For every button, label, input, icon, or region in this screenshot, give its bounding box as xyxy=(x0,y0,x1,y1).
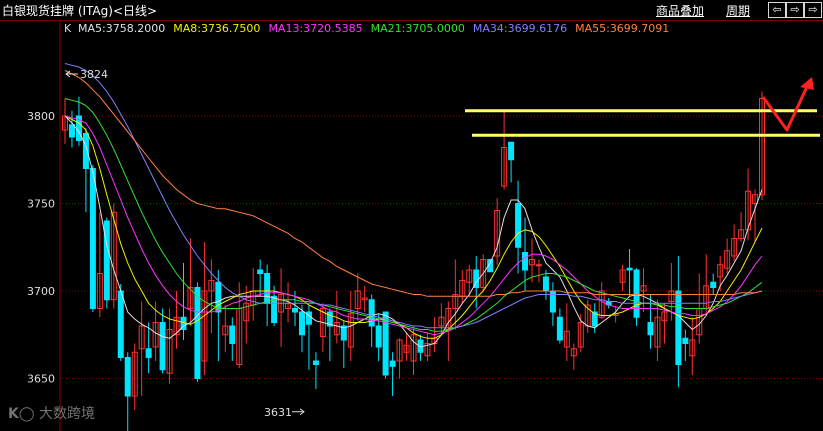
candle-body-45 xyxy=(375,325,382,348)
candle-body-19 xyxy=(194,287,201,379)
y-tick-label-3700: 3700 xyxy=(27,285,55,298)
y-tick-label-3650: 3650 xyxy=(27,373,55,386)
candle-body-6 xyxy=(103,220,110,301)
ma-line-ma34 xyxy=(64,63,763,329)
watermark-text: 大数跨境 xyxy=(38,406,95,422)
candle-body-44 xyxy=(368,299,375,327)
y-tick-label-3750: 3750 xyxy=(27,198,55,211)
candle-body-28 xyxy=(257,269,264,274)
candle-body-12 xyxy=(145,348,152,358)
watermark: K◯ 大数跨境 xyxy=(8,403,95,423)
candle-body-65 xyxy=(515,203,522,248)
ma-line-ma21 xyxy=(64,98,763,332)
annotation-arrow-head xyxy=(800,77,814,90)
candle-body-82 xyxy=(633,269,640,318)
candle-body-33 xyxy=(292,308,299,313)
candle-body-64 xyxy=(508,141,515,161)
low-label: 3631 xyxy=(264,406,292,419)
candle-body-84 xyxy=(647,322,654,336)
y-tick-label-3800: 3800 xyxy=(27,110,55,123)
candle-body-88 xyxy=(675,290,682,365)
candle-body-34 xyxy=(298,311,305,336)
candlestick-chart: 3650 3700 3750 3800 3824 3631 xyxy=(27,20,823,431)
candle-body-4 xyxy=(89,168,96,309)
candle-body-71 xyxy=(556,316,563,341)
candle-body-24 xyxy=(229,325,236,344)
candle-body-47 xyxy=(389,360,396,367)
candle-body-29 xyxy=(264,273,271,304)
candle-body-93 xyxy=(710,281,717,288)
candle-body-81 xyxy=(626,267,633,271)
candle-body-68 xyxy=(535,264,542,267)
candle-body-8 xyxy=(117,290,124,358)
candle-body-36 xyxy=(312,360,319,365)
high-label: 3824 xyxy=(80,68,108,81)
watermark-logo: K◯ xyxy=(8,406,35,422)
candle-body-14 xyxy=(159,322,166,371)
candle-body-69 xyxy=(542,276,549,292)
candle-body-66 xyxy=(522,252,529,271)
candle-body-1 xyxy=(68,124,75,138)
candle-body-9 xyxy=(124,357,131,397)
candle-body-89 xyxy=(682,337,689,344)
